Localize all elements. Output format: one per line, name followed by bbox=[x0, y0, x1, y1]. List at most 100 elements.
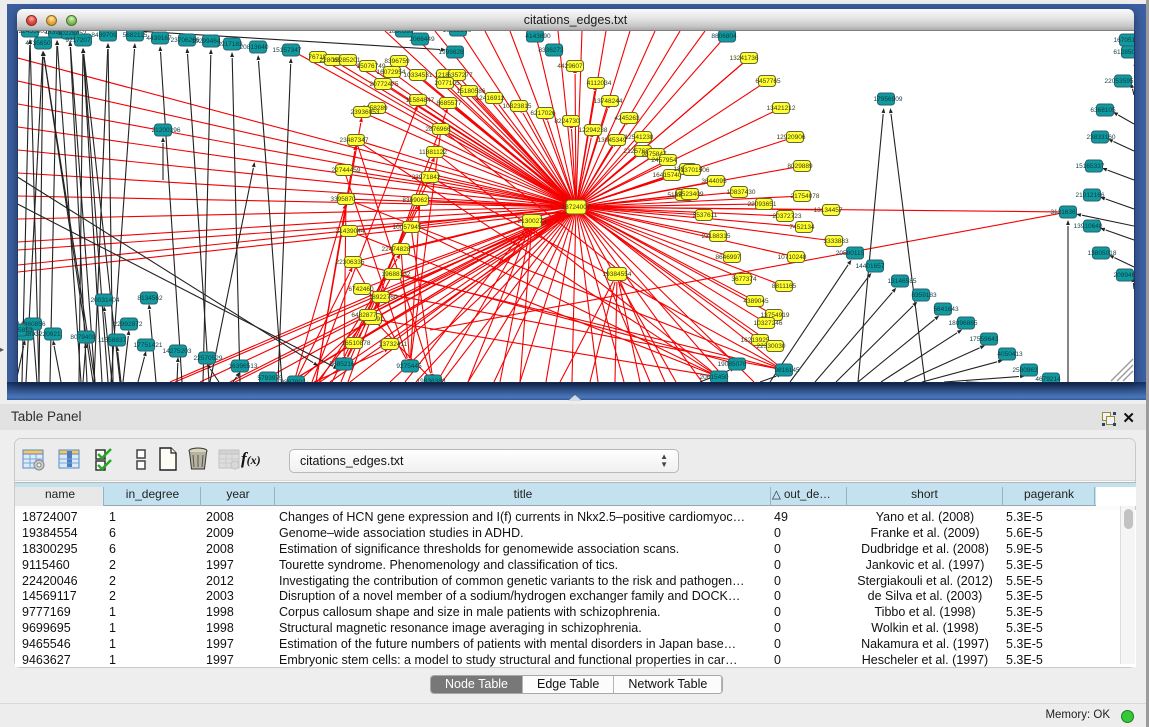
svg-text:10837430: 10837430 bbox=[727, 189, 756, 196]
svg-text:2876966: 2876966 bbox=[425, 126, 451, 133]
svg-text:8806804: 8806804 bbox=[711, 33, 737, 40]
svg-text:4735650: 4735650 bbox=[25, 40, 51, 47]
svg-text:10334531: 10334531 bbox=[404, 72, 433, 79]
svg-text:2077105: 2077105 bbox=[434, 80, 460, 87]
svg-text:19688132: 19688132 bbox=[382, 271, 411, 278]
svg-text:13732411: 13732411 bbox=[379, 341, 408, 348]
svg-text:13748244: 13748244 bbox=[594, 98, 623, 105]
svg-text:3333883: 3333883 bbox=[823, 238, 849, 245]
svg-text:10057945: 10057945 bbox=[393, 224, 422, 231]
svg-text:8224730: 8224730 bbox=[554, 118, 580, 125]
svg-text:3220921: 3220921 bbox=[35, 331, 61, 338]
svg-text:4429607: 4429607 bbox=[557, 63, 583, 70]
svg-text:4050413: 4050413 bbox=[997, 351, 1023, 358]
svg-text:5793975: 5793975 bbox=[257, 375, 283, 382]
svg-text:20772475: 20772475 bbox=[370, 81, 399, 88]
svg-text:5685216: 5685216 bbox=[329, 361, 355, 368]
svg-text:13421212: 13421212 bbox=[767, 105, 796, 112]
svg-text:21200396: 21200396 bbox=[152, 127, 181, 134]
svg-text:12416912: 12416912 bbox=[476, 95, 505, 102]
svg-text:17956909: 17956909 bbox=[874, 96, 903, 103]
svg-text:13045349: 13045349 bbox=[598, 137, 627, 144]
svg-text:12920906: 12920906 bbox=[777, 134, 806, 141]
svg-text:3395870: 3395870 bbox=[330, 196, 356, 203]
svg-text:16705148: 16705148 bbox=[1114, 37, 1135, 44]
svg-text:8685577: 8685577 bbox=[436, 100, 462, 107]
svg-text:18922760: 18922760 bbox=[369, 294, 398, 301]
svg-text:15375853: 15375853 bbox=[17, 327, 33, 334]
svg-text:2457954: 2457954 bbox=[651, 157, 677, 164]
svg-text:12294238: 12294238 bbox=[579, 127, 608, 134]
svg-text:6217026: 6217026 bbox=[530, 110, 556, 117]
svg-text:3644095: 3644095 bbox=[701, 178, 727, 185]
svg-text:8646997: 8646997 bbox=[715, 254, 741, 261]
svg-text:19085076: 19085076 bbox=[718, 361, 747, 368]
svg-text:1890399: 1890399 bbox=[388, 31, 414, 35]
svg-text:19384554: 19384554 bbox=[603, 271, 632, 278]
svg-text:19836388: 19836388 bbox=[417, 378, 446, 383]
svg-text:22992872: 22992872 bbox=[114, 321, 143, 328]
svg-text:22053595: 22053595 bbox=[1105, 78, 1134, 85]
svg-text:16510878: 16510878 bbox=[342, 340, 371, 347]
svg-text:11558837: 11558837 bbox=[98, 337, 127, 344]
svg-text:13146585: 13146585 bbox=[888, 278, 917, 285]
svg-text:2580963: 2580963 bbox=[1012, 367, 1038, 374]
svg-text:23971842: 23971842 bbox=[412, 174, 441, 181]
svg-text:18724007: 18724007 bbox=[562, 204, 591, 211]
svg-text:4143890: 4143890 bbox=[525, 33, 551, 40]
svg-text:12541238: 12541238 bbox=[625, 134, 654, 141]
svg-text:8369062: 8369062 bbox=[402, 197, 428, 204]
svg-text:22093651: 22093651 bbox=[748, 201, 777, 208]
svg-text:23188315: 23188315 bbox=[702, 233, 731, 240]
svg-text:22306335: 22306335 bbox=[336, 259, 365, 266]
svg-text:16072954: 16072954 bbox=[377, 69, 406, 76]
svg-text:6457765: 6457765 bbox=[755, 78, 781, 85]
svg-text:13241736: 13241736 bbox=[730, 55, 759, 62]
svg-text:13134457: 13134457 bbox=[814, 207, 843, 214]
svg-text:15157347: 15157347 bbox=[273, 47, 302, 54]
svg-text:19523409: 19523409 bbox=[675, 191, 704, 198]
svg-text:23936053: 23936053 bbox=[351, 109, 380, 116]
svg-text:3677374: 3677374 bbox=[731, 276, 757, 283]
svg-text:15180586: 15180586 bbox=[457, 88, 486, 95]
svg-text:9816145: 9816145 bbox=[774, 367, 800, 374]
svg-text:4245263: 4245263 bbox=[614, 115, 640, 122]
svg-text:4679214: 4679214 bbox=[1035, 376, 1061, 383]
svg-text:21439044: 21439044 bbox=[336, 228, 365, 235]
svg-text:8029889: 8029889 bbox=[787, 163, 813, 170]
svg-text:19832259: 19832259 bbox=[443, 31, 472, 34]
svg-text:22744459: 22744459 bbox=[332, 167, 361, 174]
svg-text:6482877: 6482877 bbox=[351, 312, 377, 319]
svg-text:8359183: 8359183 bbox=[911, 292, 937, 299]
svg-text:8134562: 8134562 bbox=[137, 295, 163, 302]
svg-text:14401657: 14401657 bbox=[856, 263, 885, 270]
svg-text:8336273: 8336273 bbox=[538, 47, 564, 54]
svg-text:23487347: 23487347 bbox=[340, 137, 369, 144]
svg-text:17559643: 17559643 bbox=[970, 336, 999, 343]
svg-text:21754078: 21754078 bbox=[791, 193, 820, 200]
svg-text:9217207: 9217207 bbox=[65, 37, 91, 44]
svg-text:20372723: 20372723 bbox=[773, 213, 802, 220]
svg-text:20813640: 20813640 bbox=[240, 44, 269, 51]
svg-text:2066449: 2066449 bbox=[409, 36, 435, 43]
svg-text:6742460: 6742460 bbox=[348, 286, 374, 293]
svg-text:8811165: 8811165 bbox=[772, 283, 797, 290]
svg-text:14275203: 14275203 bbox=[163, 348, 192, 355]
svg-text:6368105: 6368105 bbox=[1090, 107, 1116, 114]
svg-text:16415740: 16415740 bbox=[653, 172, 682, 179]
svg-text:16396513: 16396513 bbox=[229, 363, 258, 370]
svg-text:9275445: 9275445 bbox=[396, 363, 422, 370]
svg-text:2537611: 2537611 bbox=[693, 212, 718, 219]
svg-text:8396759: 8396759 bbox=[384, 58, 410, 65]
svg-text:22570529: 22570529 bbox=[194, 355, 223, 362]
svg-text:17751421: 17751421 bbox=[134, 342, 163, 349]
svg-text:18096865: 18096865 bbox=[949, 320, 978, 327]
svg-text:22330030: 22330030 bbox=[757, 343, 786, 350]
svg-text:5682115: 5682115 bbox=[123, 32, 148, 39]
svg-text:10710248: 10710248 bbox=[778, 254, 807, 261]
svg-text:11881122: 11881122 bbox=[419, 149, 447, 156]
svg-text:4439167: 4439167 bbox=[146, 35, 172, 42]
svg-text:15165337: 15165337 bbox=[1076, 163, 1105, 170]
svg-text:22474828: 22474828 bbox=[382, 246, 411, 253]
svg-text:3131636: 3131636 bbox=[1050, 209, 1076, 216]
